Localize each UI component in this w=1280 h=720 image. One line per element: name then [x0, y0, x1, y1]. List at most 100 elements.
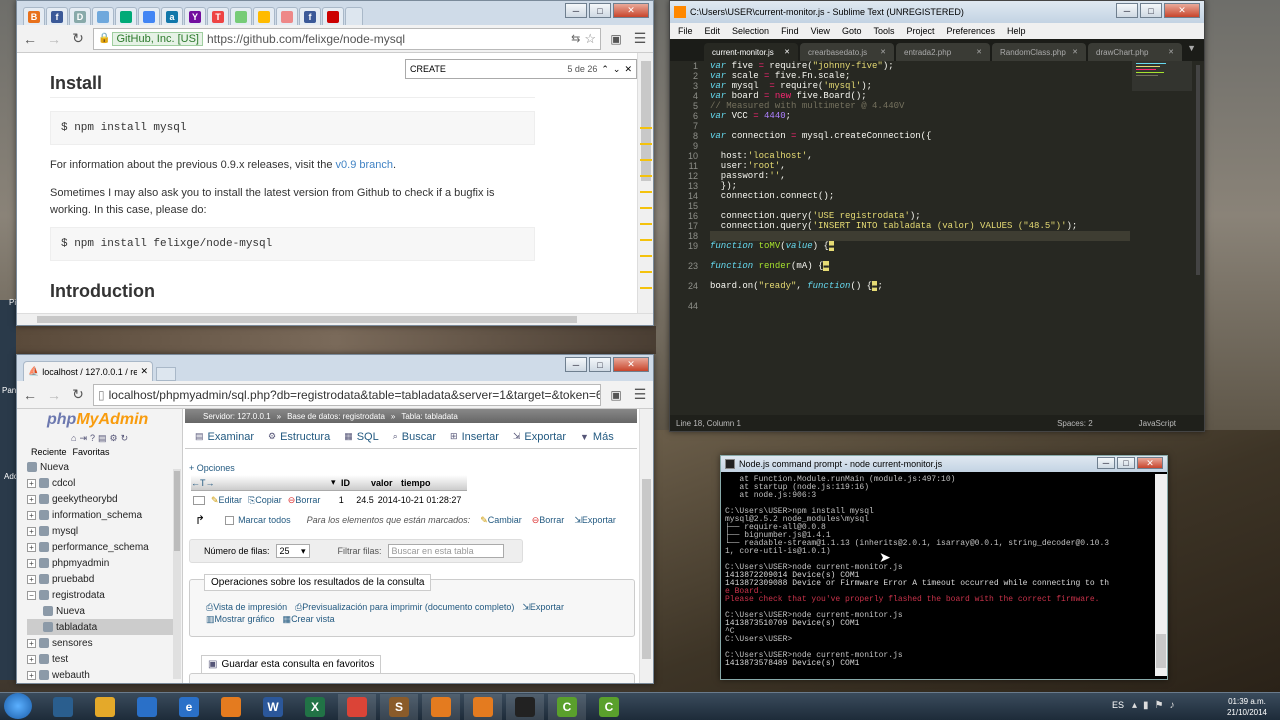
code-line[interactable] [710, 251, 1130, 261]
favorites-tab[interactable]: Favoritas [73, 447, 110, 457]
maximize-button[interactable]: □ [1140, 3, 1162, 18]
tree-item[interactable]: + phpmyadmin [27, 555, 177, 571]
browser-tab[interactable]: D [69, 7, 91, 25]
collapse-icon[interactable]: − [27, 590, 36, 600]
tree-item[interactable]: tabladata [27, 619, 177, 635]
print-preview-link[interactable]: ⎙Previsualización para imprimir (documen… [295, 602, 514, 613]
close-button[interactable]: ✕ [613, 357, 649, 372]
indentation-setting[interactable]: Spaces: 2 [1057, 419, 1093, 428]
expand-icon[interactable]: + [27, 526, 36, 536]
taskbar-camtasia-2-button[interactable]: C [590, 694, 628, 720]
tree-item[interactable]: + mysql [27, 523, 177, 539]
code-line[interactable]: var five = require("johnny-five"); [710, 61, 1130, 71]
sublime-editor[interactable]: 1 2 3 4 5 6 7 8 9 10 11 12 13 14 15 16 17 18 19 23 24 44 v… [670, 61, 1204, 415]
minimize-button[interactable]: ─ [565, 357, 587, 372]
code-line[interactable]: connection.query('INSERT INTO tabladata … [710, 221, 1130, 231]
code-area[interactable]: var five = require("johnny-five"); var sc… [710, 61, 1130, 311]
taskbar-sublime-text-button[interactable]: S [380, 694, 418, 720]
start-button[interactable] [4, 693, 32, 719]
menu-item-help[interactable]: Help [1007, 26, 1026, 36]
taskbar-word-button[interactable]: W [254, 694, 292, 720]
code-line[interactable]: function toMV(value) {▬ [710, 241, 1130, 251]
minimize-button[interactable]: ─ [565, 3, 587, 18]
code-line[interactable]: var mysql = require('mysql'); [710, 81, 1130, 91]
filter-input[interactable]: Buscar en esta tabla [387, 544, 504, 558]
options-link[interactable]: + Opciones [189, 463, 235, 473]
console-scrollbar[interactable] [1155, 474, 1167, 676]
code-line[interactable] [710, 291, 1130, 301]
taskbar-camtasia-button[interactable]: C [548, 694, 586, 720]
code-line[interactable]: var board = new five.Board(); [710, 91, 1130, 101]
pma-tab-más[interactable]: ▼ Más [580, 431, 614, 443]
browser-tab[interactable] [276, 7, 298, 25]
code-line[interactable]: connection.query('USE registrodata'); [710, 211, 1130, 221]
browser-tab[interactable]: f [299, 7, 321, 25]
tree-item[interactable]: + test [27, 651, 177, 667]
bulk-delete-button[interactable]: ⊖Borrar [532, 515, 565, 526]
print-view-link[interactable]: ⎙Vista de impresión [206, 602, 287, 613]
code-line[interactable]: function render(mA) {▬ [710, 261, 1130, 271]
show-hidden-icons[interactable]: ▴ [1132, 700, 1137, 711]
save-query-bookmark[interactable]: ▣ Guardar esta consulta en favoritos [201, 655, 382, 674]
column-sort-arrows[interactable]: ←T→ [191, 478, 331, 488]
scrollbar-thumb[interactable] [1156, 634, 1166, 668]
menu-item-view[interactable]: View [811, 26, 830, 36]
close-button[interactable]: ✕ [613, 3, 649, 18]
minimize-button[interactable]: ─ [1097, 457, 1115, 469]
rows-select[interactable]: 25 ▾ [275, 544, 310, 558]
breadcrumb-database[interactable]: Base de datos: registrodata [287, 412, 385, 421]
star-icon[interactable]: ☆ [584, 31, 596, 47]
tree-item[interactable]: + cdcol [27, 475, 177, 491]
export-link[interactable]: ⇲Exportar [522, 602, 564, 613]
tab-close-icon[interactable]: ✕ [784, 48, 790, 56]
delete-link[interactable]: ⊖Borrar [288, 495, 332, 506]
row-checkbox[interactable] [193, 495, 205, 505]
address-bar[interactable]: ▯ localhost/phpmyadmin/sql.php?db=regist… [93, 383, 601, 406]
code-line[interactable]: var VCC = 4440; [710, 111, 1130, 121]
network-icon[interactable]: ▮ [1143, 700, 1149, 711]
taskbar-chrome-button[interactable] [338, 694, 376, 720]
code-line[interactable]: connection.connect(); [710, 191, 1130, 201]
code-line[interactable]: // Measured with multimeter @ 4.440V [710, 101, 1130, 111]
browser-tab[interactable]: ⛵ localhost / 127.0.0.1 / regi ✕ [23, 361, 153, 381]
menu-icon[interactable]: ☰ [631, 386, 649, 403]
tree-item[interactable]: − registrodata [27, 587, 177, 603]
tree-item[interactable]: + sensores [27, 635, 177, 651]
settings-icon[interactable]: ⚙ [110, 433, 118, 444]
expand-icon[interactable]: + [27, 558, 36, 568]
taskbar-explorer-button[interactable] [44, 694, 82, 720]
menu-icon[interactable]: ☰ [631, 30, 649, 47]
column-tiempo[interactable]: tiempo [401, 478, 461, 488]
phpmyadmin-logo[interactable]: phpMyAdmin [47, 411, 148, 429]
close-button[interactable]: ✕ [1137, 457, 1163, 469]
taskbar-xampp-2-button[interactable] [464, 694, 502, 720]
flag-icon[interactable]: ⚑ [1155, 700, 1164, 711]
browser-tab[interactable]: f [46, 7, 68, 25]
browser-tab[interactable]: Y [184, 7, 206, 25]
syntax-setting[interactable]: JavaScript [1139, 419, 1176, 428]
tree-item[interactable]: + performance_schema [27, 539, 177, 555]
menu-item-goto[interactable]: Goto [842, 26, 862, 36]
taskbar-xampp-button[interactable] [422, 694, 460, 720]
docs-icon[interactable]: ▤ [98, 433, 107, 444]
code-line[interactable] [710, 231, 1130, 241]
browser-tab[interactable] [253, 7, 275, 25]
taskbar-excel-button[interactable]: X [296, 694, 334, 720]
new-tab-button[interactable] [345, 7, 363, 25]
home-icon[interactable]: ⌂ [71, 433, 76, 444]
tree-item[interactable]: + webauth [27, 667, 177, 683]
editor-scrollbar[interactable] [1196, 65, 1200, 275]
reload-icon[interactable]: ↻ [69, 386, 87, 403]
editor-tab[interactable]: crearbasedato.js ✕ [800, 43, 894, 61]
tab-close-icon[interactable]: ✕ [1168, 48, 1174, 56]
find-close-icon[interactable]: ✕ [624, 64, 632, 75]
maximize-button[interactable]: □ [589, 357, 611, 372]
minimize-button[interactable]: ─ [1116, 3, 1138, 18]
maximize-button[interactable]: □ [1117, 457, 1135, 469]
code-line[interactable]: var connection = mysql.createConnection(… [710, 131, 1130, 141]
tree-item[interactable]: + information_schema [27, 507, 177, 523]
taskbar-windows-apps-button[interactable] [86, 694, 124, 720]
reload-icon[interactable]: ↻ [69, 30, 87, 47]
expand-icon[interactable]: + [27, 638, 36, 648]
browser-tab[interactable]: T [207, 7, 229, 25]
